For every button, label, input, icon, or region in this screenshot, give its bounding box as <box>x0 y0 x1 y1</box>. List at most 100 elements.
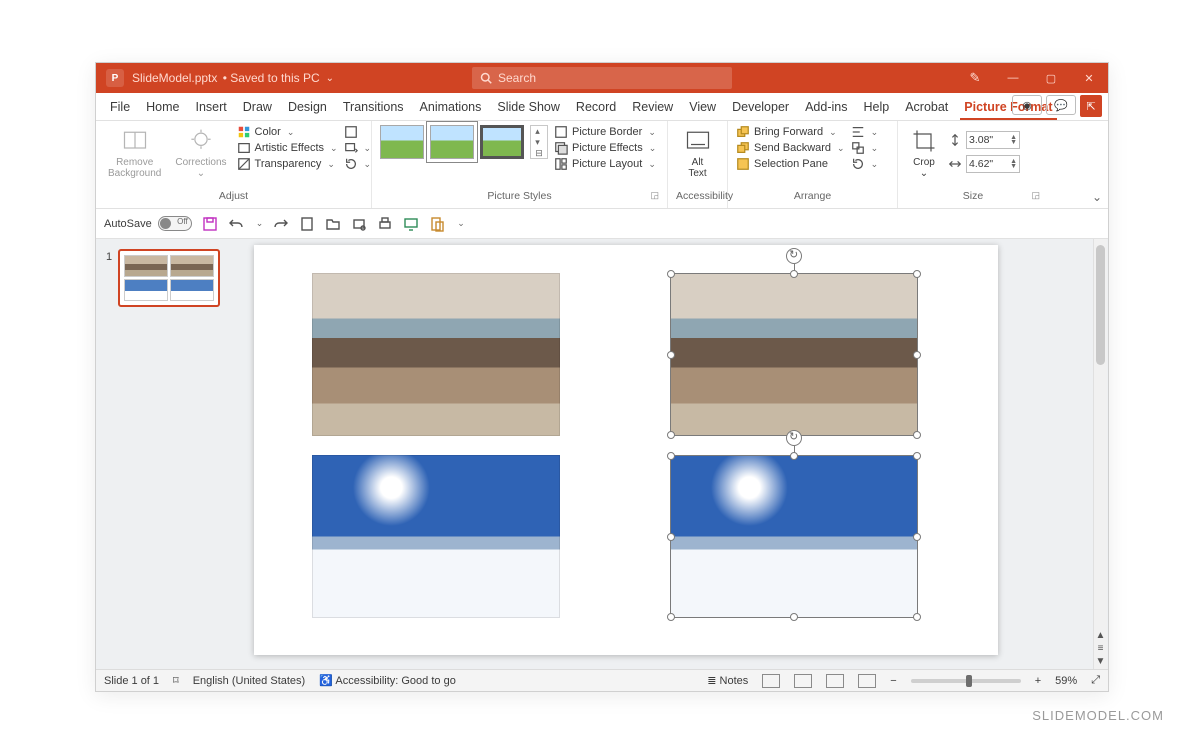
align-button[interactable]: ⌄ <box>851 125 879 139</box>
redo-icon[interactable] <box>273 216 289 232</box>
tab-transitions[interactable]: Transitions <box>335 96 412 120</box>
search-input[interactable]: Search <box>472 67 732 89</box>
tab-file[interactable]: File <box>102 96 138 120</box>
picture-effects-button[interactable]: Picture Effects⌄ <box>554 141 656 155</box>
document-name: SlideModel.pptx <box>132 71 217 85</box>
artistic-effects-button[interactable]: Artistic Effects⌄ <box>237 141 338 155</box>
spellcheck-icon[interactable]: ⌑ <box>173 674 179 687</box>
slide-indicator[interactable]: Slide 1 of 1 <box>104 675 159 687</box>
selection-pane-button[interactable]: Selection Pane <box>736 157 845 171</box>
group-label-size: Size <box>963 190 983 202</box>
vertical-scrollbar[interactable]: ▲≡▼ <box>1093 239 1107 669</box>
tab-insert[interactable]: Insert <box>188 96 235 120</box>
style-gallery[interactable]: ▴▾⊟ <box>380 125 548 159</box>
normal-view-button[interactable] <box>762 674 780 688</box>
size-launcher[interactable]: ◲ <box>1031 190 1040 201</box>
transparency-button[interactable]: Transparency⌄ <box>237 157 338 171</box>
comments-button[interactable]: 💬 <box>1046 95 1076 115</box>
tab-draw[interactable]: Draw <box>235 96 280 120</box>
autosave-toggle[interactable]: AutoSave Off <box>104 216 192 231</box>
group-picture-styles: ▴▾⊟ Picture Border⌄ Picture Effects⌄ Pic… <box>372 121 668 208</box>
maximize-button[interactable]: ▢ <box>1032 63 1070 93</box>
picture-layout-button[interactable]: Picture Layout⌄ <box>554 157 656 171</box>
tab-review[interactable]: Review <box>624 96 681 120</box>
ribbon: Remove Background Corrections⌄ Color⌄ Ar… <box>96 121 1108 209</box>
pen-icon[interactable]: ✎ <box>956 63 994 93</box>
save-status-dropdown-icon[interactable]: ⌄ <box>326 73 334 84</box>
slideshow-icon[interactable] <box>403 216 419 232</box>
alt-text-button[interactable]: Alt Text <box>680 125 716 181</box>
scrollbar-thumb[interactable] <box>1096 245 1105 365</box>
save-status[interactable]: • Saved to this PC <box>219 71 319 85</box>
save-icon[interactable] <box>202 216 218 232</box>
picture-border-button[interactable]: Picture Border⌄ <box>554 125 656 139</box>
tab-record[interactable]: Record <box>568 96 624 120</box>
selection-box-2[interactable] <box>670 455 918 618</box>
zoom-in-button[interactable]: + <box>1035 675 1041 687</box>
camera-button[interactable]: ◉ <box>1012 95 1042 115</box>
minimize-button[interactable]: — <box>994 63 1032 93</box>
tab-acrobat[interactable]: Acrobat <box>897 96 956 120</box>
share-button[interactable]: ⇱ <box>1080 95 1102 117</box>
tab-help[interactable]: Help <box>855 96 897 120</box>
picture-snow-left[interactable] <box>312 455 560 618</box>
height-input[interactable]: 3.08"▲▼ <box>948 131 1020 149</box>
fit-to-window-button[interactable]: ⤢ <box>1091 674 1100 687</box>
undo-dropdown[interactable]: ⌄ <box>254 218 264 229</box>
remove-background-button[interactable]: Remove Background <box>104 125 165 181</box>
status-bar: Slide 1 of 1 ⌑ English (United States) ♿… <box>96 669 1108 691</box>
change-picture-button[interactable]: ⌄ <box>344 141 372 155</box>
slide-thumbnails-pane[interactable]: 1 <box>96 239 226 669</box>
prev-slide-icon[interactable]: ▲ <box>1096 630 1106 641</box>
zoom-slider[interactable] <box>911 679 1021 683</box>
tab-slideshow[interactable]: Slide Show <box>489 96 568 120</box>
accessibility-status[interactable]: ♿ Accessibility: Good to go <box>319 674 456 687</box>
reading-view-button[interactable] <box>826 674 844 688</box>
paste-dropdown[interactable]: ⌄ <box>455 218 465 229</box>
quick-print-icon[interactable] <box>377 216 393 232</box>
color-button[interactable]: Color⌄ <box>237 125 338 139</box>
tab-developer[interactable]: Developer <box>724 96 797 120</box>
tab-animations[interactable]: Animations <box>412 96 490 120</box>
rotate-button[interactable]: ⌄ <box>851 157 879 171</box>
slide-thumbnail-1[interactable]: 1 <box>118 249 220 307</box>
sorter-view-button[interactable] <box>794 674 812 688</box>
tab-view[interactable]: View <box>681 96 724 120</box>
tab-design[interactable]: Design <box>280 96 335 120</box>
group-label-accessibility: Accessibility <box>676 190 733 202</box>
touch-mode-icon[interactable] <box>351 216 367 232</box>
close-button[interactable]: ✕ <box>1070 63 1108 93</box>
zoom-level[interactable]: 59% <box>1055 675 1077 687</box>
tab-home[interactable]: Home <box>138 96 187 120</box>
new-file-icon[interactable] <box>299 216 315 232</box>
zoom-out-button[interactable]: − <box>890 675 896 687</box>
paste-icon[interactable] <box>429 216 445 232</box>
quick-access-toolbar: AutoSave Off ⌄ ⌄ <box>96 209 1108 239</box>
compress-pictures-button[interactable] <box>344 125 372 139</box>
open-icon[interactable] <box>325 216 341 232</box>
tab-addins[interactable]: Add-ins <box>797 96 855 120</box>
group-label-styles: Picture Styles <box>487 190 551 202</box>
undo-icon[interactable] <box>228 216 244 232</box>
group-size: Crop⌄ 3.08"▲▼ 4.62"▲▼ Size ◲ <box>898 121 1048 208</box>
rotate-handle[interactable] <box>786 430 802 446</box>
next-slide-icon[interactable]: ▼ <box>1096 656 1106 667</box>
crop-button[interactable]: Crop⌄ <box>906 125 942 181</box>
width-input[interactable]: 4.62"▲▼ <box>948 155 1020 173</box>
selection-box-1[interactable] <box>670 273 918 436</box>
corrections-button[interactable]: Corrections⌄ <box>171 125 230 181</box>
picture-beach-left[interactable] <box>312 273 560 436</box>
style-gallery-more[interactable]: ▴▾⊟ <box>530 125 548 159</box>
language-indicator[interactable]: English (United States) <box>193 675 306 687</box>
group-objects-button[interactable]: ⌄ <box>851 141 879 155</box>
slide-canvas[interactable]: ▲≡▼ <box>226 239 1108 669</box>
styles-launcher[interactable]: ◲ <box>650 190 659 201</box>
notes-button[interactable]: ≣ Notes <box>707 674 748 687</box>
send-backward-button[interactable]: Send Backward⌄ <box>736 141 845 155</box>
rotate-handle[interactable] <box>786 248 802 264</box>
bring-forward-button[interactable]: Bring Forward⌄ <box>736 125 845 139</box>
group-label-arrange: Arrange <box>794 190 831 202</box>
slideshow-view-button[interactable] <box>858 674 876 688</box>
reset-picture-button[interactable]: ⌄ <box>344 157 372 171</box>
collapse-ribbon-button[interactable]: ⌄ <box>1092 190 1102 204</box>
